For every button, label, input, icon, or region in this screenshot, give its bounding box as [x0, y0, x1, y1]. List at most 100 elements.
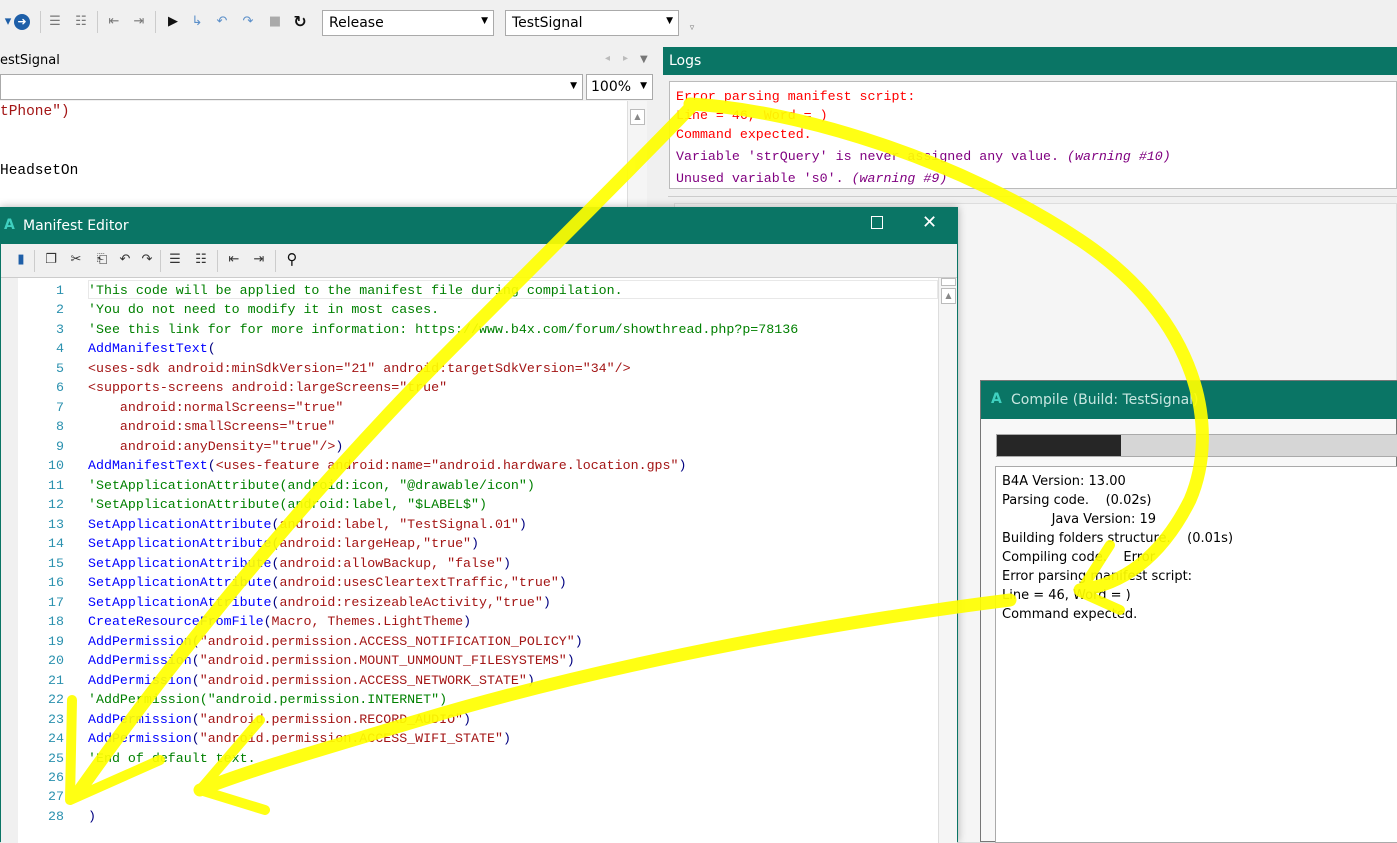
find-icon[interactable]: ⚲ [284, 251, 300, 267]
code-token: ) [335, 438, 344, 454]
compile-line: Java Version: 19 [1002, 512, 1157, 527]
line-number: 26 [48, 770, 64, 785]
code-line: HeadsetOn [0, 163, 79, 179]
member-select[interactable]: ▼ [0, 74, 583, 100]
code-token: ) [558, 575, 567, 591]
warning-text: Variable 'strQuery' is never assigned an… [676, 149, 1067, 164]
manifest-toolbar: ▮ ❐ ✂ ⎗ ↶ ↷ ☰ ☷ ⇤ ⇥ ⚲ [1, 244, 957, 278]
code-token: android:label, "TestSignal.01" [279, 516, 519, 532]
step-out-icon[interactable]: ↷ [240, 14, 256, 30]
build-config-value: Release [329, 15, 384, 31]
warning-text: Unused variable 's0'. [676, 171, 852, 186]
compile-output[interactable]: B4A Version: 13.00 Parsing code. (0.02s)… [995, 466, 1397, 843]
code-editor[interactable]: tPhone") HeadsetOn [0, 101, 627, 207]
line-text: SetApplicationAttribute(android:label, "… [88, 515, 527, 535]
step-in-icon[interactable]: ↳ [189, 14, 205, 30]
log-line-error: Line = 46, Word = ) [676, 108, 828, 123]
project-select[interactable]: TestSignal ▼ [505, 10, 679, 36]
b4a-logo-icon: A [991, 391, 1002, 407]
stop-icon[interactable]: ■ [267, 14, 283, 30]
line-text: AddPermission("android.permission.ACCESS… [88, 632, 583, 652]
indent-icon[interactable]: ⇥ [131, 14, 147, 30]
code-token: 'This code will be applied to the manife… [88, 283, 623, 298]
line-number: 10 [48, 458, 64, 474]
line-text: AddPermission("android.permission.MOUNT_… [88, 651, 575, 671]
manifest-title-bar[interactable]: A Manifest Editor ✕ [1, 208, 957, 244]
indent-icon[interactable]: ⇥ [251, 252, 267, 268]
code-token: AddPermission [88, 653, 192, 669]
comment-icon[interactable]: ☰ [47, 14, 63, 30]
navigate-forward-icon[interactable]: ➜ [14, 14, 30, 30]
scroll-up-icon[interactable]: ▲ [941, 288, 956, 304]
zoom-select[interactable]: 100% ▼ [586, 74, 653, 100]
close-icon[interactable]: ✕ [922, 212, 937, 233]
uncomment-icon[interactable]: ☷ [73, 14, 89, 30]
code-token: <supports-screens android:largeScreens="… [88, 380, 448, 396]
code-token: android:anyDensity="true"/> [88, 438, 336, 454]
code-token: SetApplicationAttribute [88, 536, 272, 552]
code-token: AddPermission [88, 731, 192, 747]
tab-scroll-right-icon[interactable]: ▸ [623, 53, 628, 64]
compile-line: Building folders structure. (0.01s) [1002, 531, 1234, 546]
line-text: 'This code will be applied to the manife… [88, 281, 623, 301]
scroll-thumb[interactable] [941, 278, 956, 286]
compile-title-bar[interactable]: A Compile (Build: TestSignal) [981, 381, 1397, 419]
editor-scrollbar[interactable]: ▲ [627, 101, 647, 207]
line-text: <supports-screens android:largeScreens="… [88, 378, 447, 398]
document-tab[interactable]: estSignal ◂ ▸ ▼ [0, 48, 655, 72]
maximize-icon[interactable] [871, 216, 883, 229]
logs-output[interactable]: Error parsing manifest script: Line = 46… [669, 81, 1397, 189]
line-number: 28 [48, 808, 64, 824]
b4a-logo-icon: A [4, 217, 15, 233]
code-token: android:allowBackup, "false" [279, 555, 503, 571]
manifest-scrollbar[interactable]: ▲ [938, 278, 957, 843]
code-token: 'SetApplicationAttribute(android:label, … [88, 497, 487, 513]
line-number: 22 [48, 692, 64, 708]
uncomment-icon[interactable]: ☷ [193, 252, 209, 268]
code-token: ) [526, 672, 535, 688]
line-number: 18 [48, 614, 64, 630]
restart-icon[interactable]: ↻ [292, 14, 308, 30]
redo-icon[interactable]: ↷ [139, 252, 155, 268]
warning-link[interactable]: (warning #10) [1067, 149, 1171, 164]
run-icon[interactable]: ▶ [165, 14, 181, 30]
tab-scroll-left-icon[interactable]: ◂ [605, 53, 610, 64]
paste-icon[interactable]: ⎗ [94, 252, 110, 268]
line-text: 'SetApplicationAttribute(android:label, … [88, 495, 487, 515]
toolbar-overflow-icon[interactable]: ▿ [684, 20, 700, 36]
code-token: ) [566, 653, 575, 669]
line-number: 27 [48, 789, 64, 805]
line-text: AddPermission("android.permission.RECORD… [88, 710, 471, 730]
warning-link[interactable]: (warning #9) [852, 171, 948, 186]
cut-icon[interactable]: ✂ [68, 252, 84, 268]
save-icon[interactable]: ▮ [13, 252, 29, 268]
line-number: 21 [48, 672, 64, 688]
outdent-icon[interactable]: ⇤ [226, 252, 242, 268]
tab-list-icon[interactable]: ▼ [640, 54, 648, 65]
code-token: ( [271, 594, 280, 610]
line-number: 15 [48, 555, 64, 571]
editor-combo-row: ▼ 100% ▼ [0, 74, 655, 101]
code-token: android:smallScreens="true" [88, 419, 336, 435]
undo-icon[interactable]: ↶ [117, 252, 133, 268]
code-token: AddPermission [88, 633, 192, 649]
line-number: 23 [48, 711, 64, 727]
copy-icon[interactable]: ❐ [43, 252, 59, 268]
line-text: 'SetApplicationAttribute(android:icon, "… [88, 476, 535, 496]
document-tab-label: estSignal [0, 53, 60, 68]
step-over-icon[interactable]: ↶ [214, 14, 230, 30]
scroll-up-icon[interactable]: ▲ [630, 109, 645, 125]
line-text: AddPermission("android.permission.ACCESS… [88, 671, 535, 691]
line-text: 'See this link for for more information:… [88, 320, 798, 340]
manifest-code-editor[interactable]: 1 'This code will be applied to the manif… [18, 278, 938, 843]
compile-line: Compiling code. Error [1002, 550, 1156, 565]
line-text: CreateResourceFromFile(Macro, Themes.Lig… [88, 612, 471, 632]
build-config-select[interactable]: Release ▼ [322, 10, 494, 36]
line-number: 20 [48, 653, 64, 669]
logs-panel: Logs Error parsing manifest script: Line… [663, 47, 1397, 196]
line-number: 25 [48, 750, 64, 766]
compile-line: Parsing code. (0.02s) [1002, 493, 1152, 508]
outdent-icon[interactable]: ⇤ [106, 14, 122, 30]
comment-icon[interactable]: ☰ [167, 252, 183, 268]
code-token: ) [502, 731, 511, 747]
